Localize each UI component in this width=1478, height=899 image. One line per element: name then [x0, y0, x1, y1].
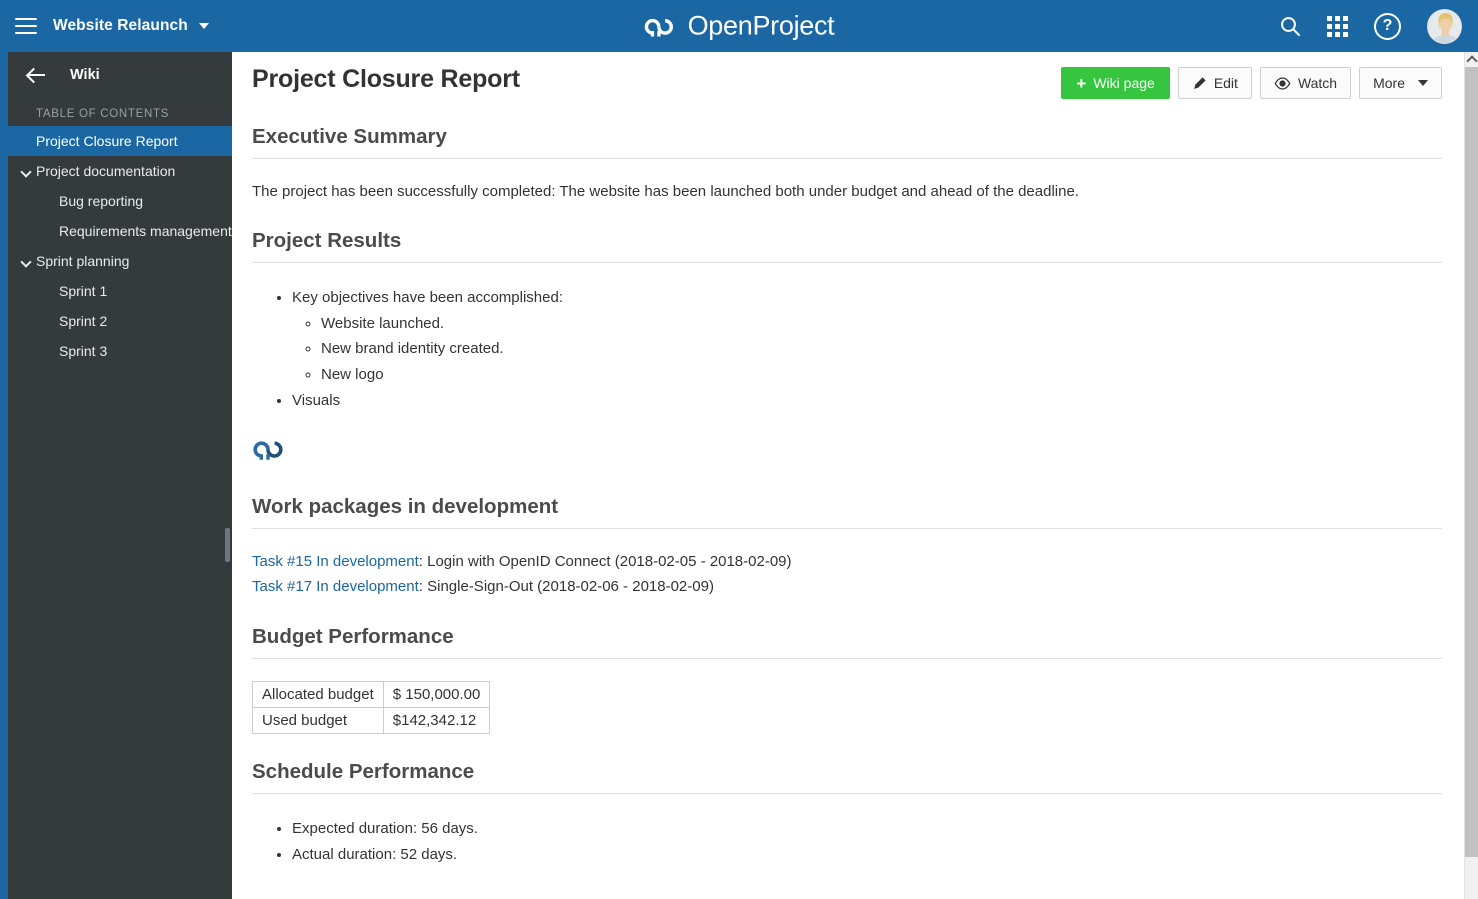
- list-item: Actual duration: 52 days.: [292, 842, 1442, 868]
- help-glyph: ?: [1374, 12, 1401, 40]
- scroll-up-arrow-icon[interactable]: [1465, 52, 1478, 67]
- schedule-performance-heading: Schedule Performance: [252, 760, 1442, 795]
- content-area: Project Closure Report + Wiki page Edit: [232, 52, 1464, 899]
- more-button[interactable]: More: [1359, 67, 1442, 99]
- user-avatar[interactable]: [1427, 8, 1462, 44]
- plus-icon: +: [1076, 73, 1087, 93]
- search-icon[interactable]: [1279, 15, 1301, 37]
- openproject-logo-image: [253, 435, 1442, 469]
- work-package-line: Task #15 In development: Login with Open…: [252, 549, 1442, 574]
- sidebar-item-bug-reporting[interactable]: Bug reporting: [8, 186, 232, 216]
- nested-list: Website launched.New brand identity crea…: [292, 311, 1442, 388]
- work-package-description: : Single-Sign-Out (2018-02-06 - 2018-02-…: [418, 577, 714, 595]
- list-item: New brand identity created.: [321, 336, 1442, 362]
- sidebar-item-list: Project Closure Report Project documentat…: [8, 126, 232, 366]
- page-toolbar: + Wiki page Edit Watch More: [1061, 65, 1442, 99]
- vertical-scrollbar[interactable]: [1464, 52, 1478, 899]
- sidebar-item-label: Sprint 1: [59, 283, 108, 299]
- table-of-contents-label: TABLE OF CONTENTS: [36, 108, 170, 120]
- list-item: Website launched.: [321, 311, 1442, 337]
- sidebar-item-label: Requirements management: [59, 223, 232, 239]
- table-row: Allocated budget $ 150,000.00: [252, 681, 491, 709]
- watch-button[interactable]: Watch: [1259, 67, 1352, 99]
- work-package-link[interactable]: Task #17 In development: [252, 578, 419, 595]
- sidebar-title: Wiki: [70, 67, 100, 83]
- chevron-down-icon[interactable]: [20, 256, 32, 268]
- chevron-down-icon[interactable]: [20, 166, 32, 178]
- sidebar-header: Wiki: [8, 52, 232, 98]
- sidebar-item-sprint-1[interactable]: Sprint 1: [8, 276, 232, 306]
- work-package-link[interactable]: Task #15 In development: [252, 553, 419, 570]
- project-dropdown-caret-icon[interactable]: [198, 23, 209, 29]
- project-name[interactable]: Website Relaunch: [53, 17, 188, 35]
- pencil-icon: [1194, 76, 1206, 89]
- table-row: Used budget $142,342.12: [252, 707, 491, 735]
- page-title: Project Closure Report: [252, 65, 520, 93]
- project-results-heading: Project Results: [252, 229, 1442, 263]
- budget-table: Allocated budget $ 150,000.00 Used budget $…: [252, 681, 491, 735]
- page-header-row: Project Closure Report + Wiki page Edit: [252, 52, 1442, 99]
- work-packages-list: Task #15 In development: Login with Open…: [252, 549, 1442, 599]
- sidebar-item-sprint-2[interactable]: Sprint 2: [8, 306, 232, 336]
- sidebar-item-sprint-planning[interactable]: Sprint planning: [8, 246, 232, 276]
- openproject-logo[interactable]: OpenProject: [644, 11, 835, 42]
- scrollbar-thumb[interactable]: [1465, 67, 1478, 857]
- help-icon[interactable]: ?: [1374, 12, 1401, 40]
- list-item: Visuals: [292, 388, 1442, 414]
- openproject-logo-mark-icon: [644, 18, 673, 36]
- logo-leg-right: [657, 30, 661, 36]
- budget-label-cell: Used budget: [252, 707, 384, 735]
- openproject-wordmark: OpenProject: [687, 10, 835, 41]
- back-arrow-icon[interactable]: [26, 64, 48, 86]
- sidebar-item-project-closure-report[interactable]: Project Closure Report: [8, 126, 232, 156]
- budget-label-cell: Allocated budget: [252, 681, 384, 709]
- project-results-list: Key objectives have been accomplished: We…: [252, 285, 1442, 414]
- sidebar-item-label: Bug reporting: [59, 193, 144, 209]
- sidebar: Wiki TABLE OF CONTENTS Project Closure R…: [8, 52, 232, 899]
- chevron-down-icon: [1418, 80, 1428, 86]
- sidebar-item-label: Sprint 3: [59, 343, 108, 359]
- work-packages-heading: Work packages in development: [252, 495, 1442, 529]
- list-item: Expected duration: 56 days.: [292, 816, 1442, 842]
- executive-summary-heading: Executive Summary: [252, 125, 1442, 159]
- edit-button[interactable]: Edit: [1177, 67, 1252, 99]
- eye-icon: [1274, 76, 1291, 90]
- add-wiki-page-button[interactable]: + Wiki page: [1061, 67, 1170, 99]
- executive-summary-paragraph: The project has been successfully comple…: [252, 183, 1079, 200]
- header-actions: ?: [1279, 0, 1462, 52]
- grid-modules-icon[interactable]: [1327, 15, 1348, 37]
- hamburger-icon[interactable]: [15, 18, 37, 34]
- budget-performance-heading: Budget Performance: [252, 625, 1442, 660]
- edit-label: Edit: [1213, 75, 1238, 91]
- schedule-list: Expected duration: 56 days.Actual durati…: [252, 816, 1442, 868]
- sidebar-item-label: Project documentation: [36, 163, 176, 179]
- budget-value-cell: $142,342.12: [382, 707, 491, 735]
- list-item: New logo: [321, 362, 1442, 388]
- more-label: More: [1373, 75, 1405, 91]
- sidebar-item-requirements-management[interactable]: Requirements management: [8, 216, 232, 246]
- list-item: Key objectives have been accomplished: We…: [292, 285, 1442, 388]
- logo-leg-left: [650, 30, 655, 36]
- sidebar-resize-handle[interactable]: [225, 528, 230, 562]
- work-package-description: : Login with OpenID Connect (2018-02-05 …: [418, 552, 792, 570]
- left-accent-rail: [0, 52, 8, 899]
- watch-label: Watch: [1297, 75, 1338, 91]
- sidebar-item-project-documentation[interactable]: Project documentation: [8, 156, 232, 186]
- list-item-text: Key objectives have been accomplished:: [292, 288, 563, 306]
- sidebar-item-label: Sprint 2: [59, 313, 108, 329]
- budget-value-cell: $ 150,000.00: [382, 681, 491, 709]
- top-header: Website Relaunch OpenProject ?: [0, 0, 1478, 52]
- list-item-text: Visuals: [292, 391, 341, 409]
- add-wiki-page-label: Wiki page: [1093, 75, 1155, 91]
- work-package-line: Task #17 In development: Single-Sign-Out…: [252, 574, 1442, 599]
- sidebar-item-sprint-3[interactable]: Sprint 3: [8, 336, 232, 366]
- sidebar-item-label: Sprint planning: [36, 253, 130, 269]
- sidebar-item-label: Project Closure Report: [36, 133, 178, 149]
